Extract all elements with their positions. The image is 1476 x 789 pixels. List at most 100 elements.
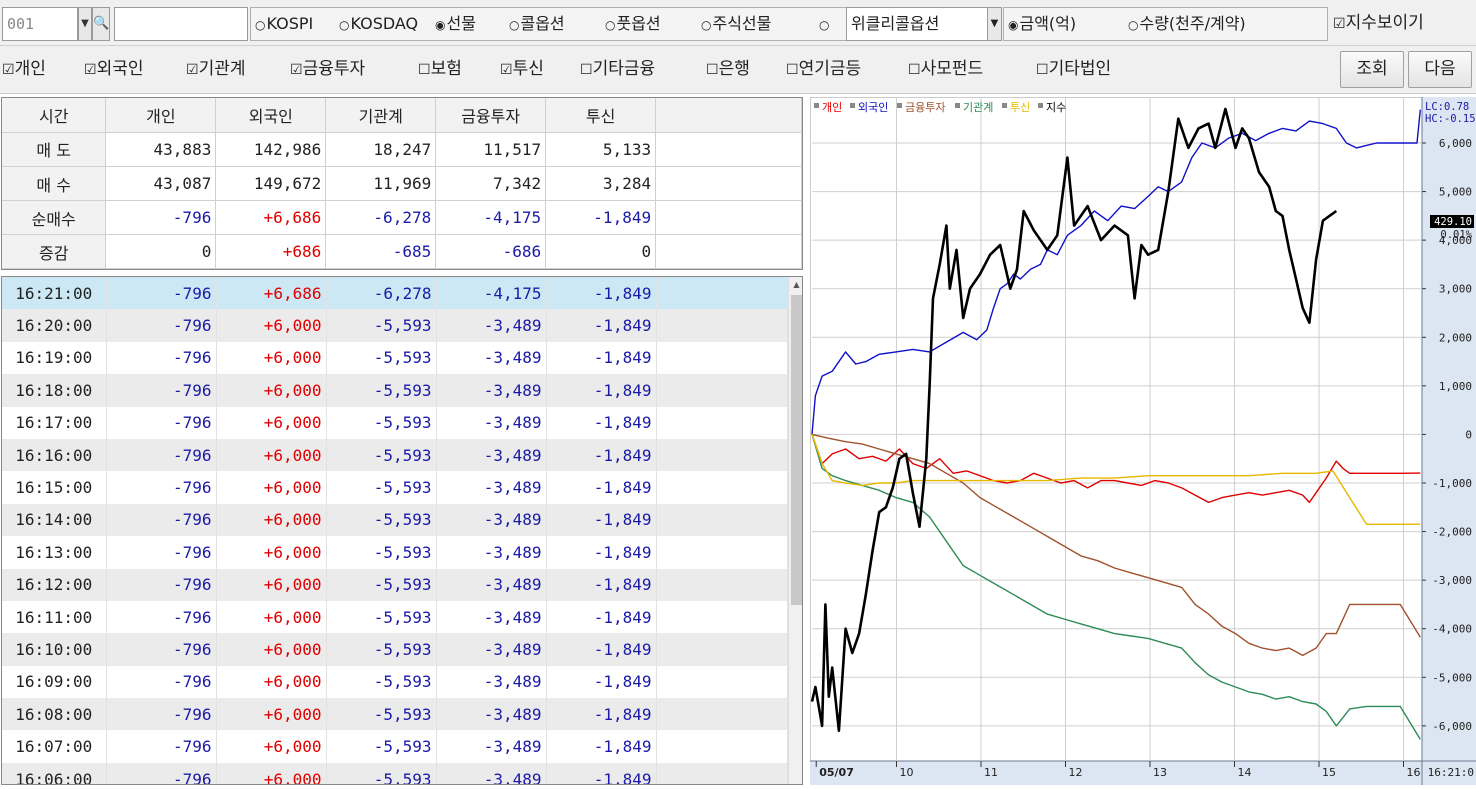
code-input[interactable]: 001 [2,7,78,41]
row-time: 16:19:00 [2,341,107,375]
name-input[interactable] [114,7,248,41]
table-row[interactable]: 16:07:00 -796 +6,000 -5,593 -3,489 -1,849 [2,730,788,763]
radio-kospi[interactable]: ○KOSPI [255,8,313,40]
summary-row: 매 수 43,087 149,672 11,969 7,342 3,284 [2,166,802,201]
row-value: -796 [106,374,217,407]
y-tick-label: -2,000 [1432,526,1472,539]
table-row[interactable]: 16:15:00 -796 +6,000 -5,593 -3,489 -1,849 [2,471,788,504]
row-value: -3,489 [436,698,547,731]
summary-header-row: 시간 개인 외국인 기관계 금융투자 투신 [2,98,802,133]
table-row[interactable]: 16:19:00 -796 +6,000 -5,593 -3,489 -1,849 [2,341,788,375]
row-value: -3,489 [436,374,547,407]
radio-stock-futures[interactable]: ○주식선물 [701,8,771,40]
row-value: -5,593 [326,341,437,375]
next-button[interactable]: 다음 [1408,51,1472,88]
summary-cell: 11,517 [435,132,547,167]
table-row[interactable]: 16:11:00 -796 +6,000 -5,593 -3,489 -1,849 [2,600,788,634]
filter-pension[interactable]: ☐연기금등 [786,46,861,92]
row-value: -796 [106,600,217,634]
row-value: +6,686 [216,277,327,310]
summary-blank-cell [655,166,802,201]
row-time: 16:07:00 [2,730,107,763]
legend-label: 투신 [1010,101,1030,114]
filter-individual[interactable]: ☑개인 [2,46,46,92]
row-blank-cell [656,438,788,472]
row-value: -1,849 [546,762,657,784]
row-value: -5,593 [326,309,437,342]
row-value: -1,849 [546,503,657,537]
search-icon[interactable]: 🔍 [92,7,110,41]
table-row[interactable]: 16:17:00 -796 +6,000 -5,593 -3,489 -1,849 [2,406,788,439]
row-value: +6,000 [216,665,327,699]
radio-kosdaq[interactable]: ○KOSDAQ [339,8,418,40]
summary-row-label: 순매수 [2,200,107,235]
filter-insurance[interactable]: ☐보험 [418,46,462,92]
scroll-up-icon[interactable]: ▲ [789,277,802,293]
radio-futures[interactable]: ◉선물 [435,8,476,40]
radio-call-option[interactable]: ○콜옵션 [509,8,565,40]
filter-financial-investment[interactable]: ☑금융투자 [290,46,365,92]
table-row[interactable]: 16:18:00 -796 +6,000 -5,593 -3,489 -1,849 [2,374,788,407]
row-value: -796 [106,665,217,699]
chevron-down-icon[interactable]: ▼ [987,8,1001,40]
table-row[interactable]: 16:20:00 -796 +6,000 -5,593 -3,489 -1,849 [2,309,788,342]
filter-other-corp[interactable]: ☐기타법인 [1036,46,1111,92]
row-value: -5,593 [326,536,437,569]
row-time: 16:12:00 [2,568,107,601]
table-row[interactable]: 16:21:00 -796 +6,686 -6,278 -4,175 -1,849 [2,277,788,310]
table-row[interactable]: 16:06:00 -796 +6,000 -5,593 -3,489 -1,849 [2,762,788,784]
query-button[interactable]: 조회 [1340,51,1404,88]
filter-foreign[interactable]: ☑외국인 [84,46,143,92]
row-value: +6,000 [216,568,327,601]
table-row[interactable]: 16:14:00 -796 +6,000 -5,593 -3,489 -1,849 [2,503,788,537]
row-value: +6,000 [216,341,327,375]
summary-cell: 149,672 [215,166,327,201]
radio-put-option[interactable]: ○풋옵션 [605,8,661,40]
summary-cell: 0 [545,234,657,269]
show-index-checkbox[interactable]: ☑지수보이기 [1333,7,1424,41]
filter-private-fund[interactable]: ☐사모펀드 [908,46,983,92]
row-time: 16:10:00 [2,633,107,666]
flow-chart: 6,000 5,000 4,000 3,000 2,000 1,000 0 -1,000 -2,… [809,96,1476,786]
y-tick-label: -1,000 [1432,477,1472,490]
filter-other-finance[interactable]: ☐기타금융 [580,46,655,92]
radio-amount[interactable]: ◉금액(억) [1008,8,1076,40]
row-value: +6,000 [216,633,327,666]
filter-bank[interactable]: ☐은행 [706,46,750,92]
y-tick-label: 3,000 [1439,283,1472,296]
radio-quantity[interactable]: ○수량(천주/계약) [1128,8,1246,40]
table-row[interactable]: 16:08:00 -796 +6,000 -5,593 -3,489 -1,849 [2,698,788,731]
filter-institution[interactable]: ☑기관계 [186,46,245,92]
table-row[interactable]: 16:16:00 -796 +6,000 -5,593 -3,489 -1,849 [2,438,788,472]
row-value: -5,593 [326,406,437,439]
hc-label: HC:-0.15 [1425,113,1476,125]
filter-investment-trust[interactable]: ☑투신 [500,46,544,92]
time-list: 16:21:00 -796 +6,686 -6,278 -4,175 -1,849 16:2… [1,276,803,785]
scroll-thumb[interactable] [791,295,802,605]
table-row[interactable]: 16:10:00 -796 +6,000 -5,593 -3,489 -1,849 [2,633,788,666]
row-value: -1,849 [546,277,657,310]
code-dropdown-icon[interactable]: ▼ [78,7,92,41]
legend-label: 금융투자 [905,101,945,114]
table-row[interactable]: 16:13:00 -796 +6,000 -5,593 -3,489 -1,849 [2,536,788,569]
row-value: -1,849 [546,471,657,504]
legend-swatch [850,103,855,108]
radio-weekly[interactable]: ○ [819,8,830,40]
row-value: -796 [106,568,217,601]
legend-swatch [1038,103,1043,108]
table-row[interactable]: 16:09:00 -796 +6,000 -5,593 -3,489 -1,849 [2,665,788,699]
row-time: 16:09:00 [2,665,107,699]
y-tick-label: 2,000 [1439,331,1472,344]
table-row[interactable]: 16:12:00 -796 +6,000 -5,593 -3,489 -1,849 [2,568,788,601]
summary-row: 증감 0 +686 -685 -686 0 [2,234,802,269]
list-scrollbar[interactable]: ▲ [788,277,802,784]
legend-label: 지수 [1046,101,1066,114]
row-blank-cell [656,536,788,569]
row-value: -3,489 [436,536,547,569]
summary-cell: 43,883 [105,132,217,167]
weekly-option-select[interactable]: 위클리콜옵션 ▼ [846,7,1002,41]
summary-cell: 18,247 [325,132,437,167]
summary-row-label: 증감 [2,234,107,269]
row-value: -1,849 [546,374,657,407]
row-value: -1,849 [546,730,657,763]
